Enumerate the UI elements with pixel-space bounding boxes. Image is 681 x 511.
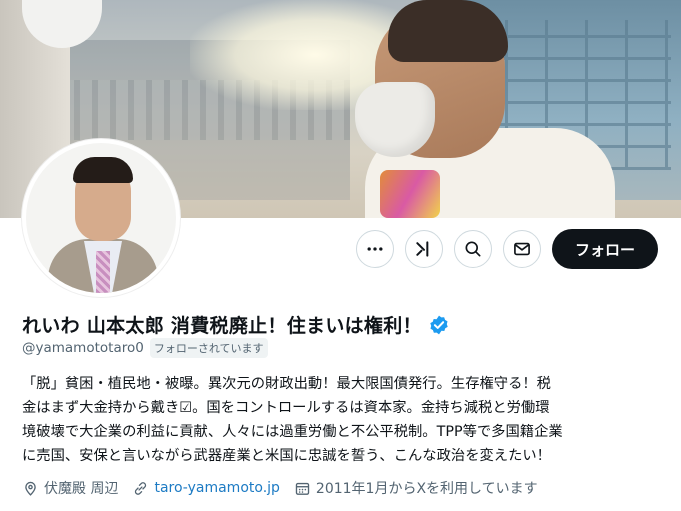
more-icon	[367, 247, 383, 251]
follows-you-badge: フォローされています	[149, 338, 268, 358]
message-icon	[514, 242, 530, 256]
message-button[interactable]	[503, 230, 541, 268]
link-icon	[135, 481, 147, 495]
bio-line: 境破壊で大企業の利益に貢献、人々には過重労働と不公平税制。TPP等で多国籍企業	[22, 424, 563, 440]
verified-badge-icon[interactable]	[428, 314, 450, 336]
website-item[interactable]: taro-yamamoto.jp	[132, 480, 280, 497]
bio: 「脱」貧困・植民地・被曝。異次元の財政出動！最大限国債発行。生存権守る！税 金は…	[22, 372, 662, 468]
avatar[interactable]	[22, 139, 180, 297]
display-name: れいわ 山本太郎 消費税廃止！住まいは権利！	[22, 315, 422, 337]
grok-button[interactable]	[405, 230, 443, 268]
location-item: 伏魔殿 周辺	[22, 478, 118, 498]
handle: @yamamototaro0	[22, 340, 144, 356]
joined-text: 2011年1月からXを利用しています	[315, 481, 538, 497]
handle-row: @yamamototaro0 フォローされています	[22, 338, 268, 358]
more-button[interactable]	[356, 230, 394, 268]
avatar-tie	[96, 251, 110, 293]
calendar-icon	[295, 482, 310, 495]
joined-item: 2011年1月からXを利用しています	[294, 478, 538, 498]
location-pin-icon	[25, 481, 36, 496]
display-name-row: れいわ 山本太郎 消費税廃止！住まいは権利！	[22, 311, 450, 338]
bio-line: 金はまず大金持から戴き☑。国をコントロールするは資本家。金持ち減税と労働環	[22, 400, 550, 416]
bio-line: に売国、安保と言いながら武器産業と米国に忠誠を誓う、こんな政治を変えたい！	[22, 448, 551, 464]
location-text: 伏魔殿 周辺	[44, 481, 119, 497]
follow-button[interactable]: フォロー	[552, 229, 658, 269]
banner-hair	[388, 0, 508, 62]
grok-icon	[416, 241, 429, 257]
avatar-hair	[73, 157, 133, 183]
profile-meta: 伏魔殿 周辺 taro-yamamoto.jp 2011年1月からXを利用してい…	[22, 478, 552, 498]
search-button[interactable]	[454, 230, 492, 268]
banner-shirt-print	[380, 170, 440, 218]
website-link[interactable]: taro-yamamoto.jp	[154, 480, 279, 496]
search-icon	[465, 241, 481, 257]
bio-line: 「脱」貧困・植民地・被曝。異次元の財政出動！最大限国債発行。生存権守る！税	[22, 376, 551, 392]
